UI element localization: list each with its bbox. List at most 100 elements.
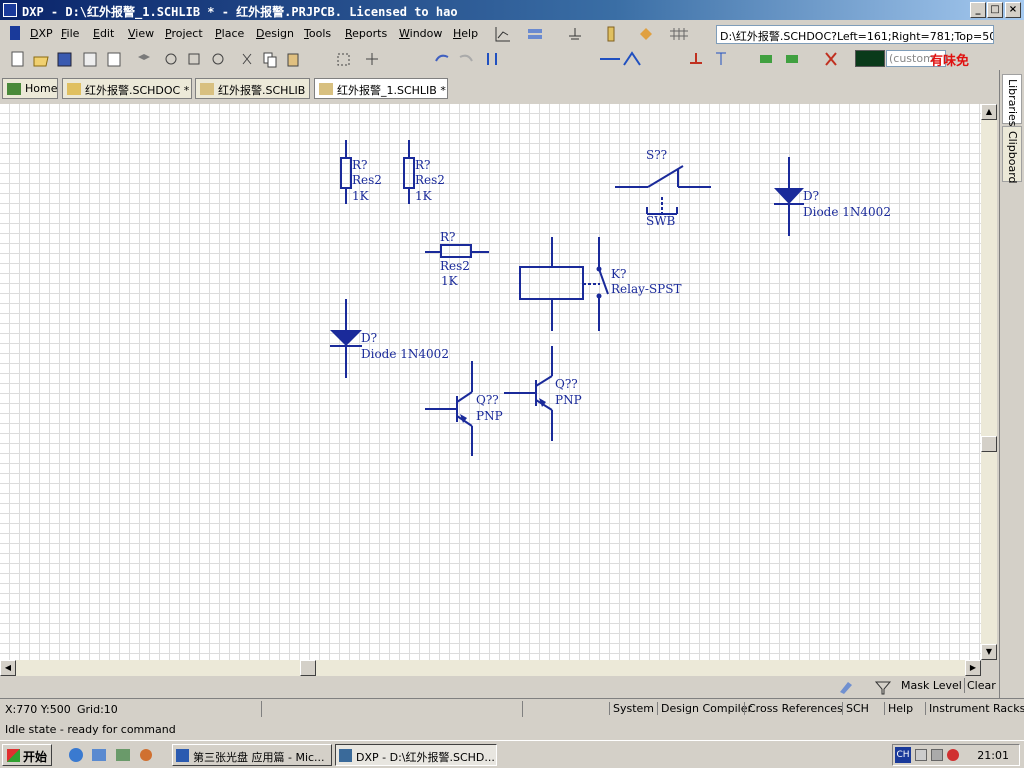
move-icon: [366, 53, 378, 65]
maximize-button[interactable]: □: [987, 2, 1003, 18]
task-label: 第三张光盘 应用篇 - Mic...: [193, 751, 325, 764]
menu-view[interactable]: View: [128, 27, 154, 40]
zoom-area-icon: [188, 53, 200, 65]
print-preview-icon: [107, 52, 121, 67]
menu-place[interactable]: Place: [215, 27, 244, 40]
status-bar: X:770 Y:500 Grid:10 System Design Compil…: [0, 698, 1024, 720]
redo-icon: [459, 54, 473, 62]
q2-comment: PNP: [555, 393, 582, 407]
keyboard-icon[interactable]: [915, 749, 927, 761]
network-icon[interactable]: [931, 749, 943, 761]
task-dxp[interactable]: DXP - D:\红外报警.SCHD...: [335, 744, 497, 766]
scroll-up-icon[interactable]: ▲: [981, 104, 997, 120]
tab-label: 红外报警.SCHDOC *: [85, 84, 190, 97]
media-icon[interactable]: [140, 749, 152, 761]
taskbar: 开始 第三张光盘 应用篇 - Mic... DXP - D:\红外报警.SCHD…: [0, 740, 1024, 768]
window-title: DXP - D:\红外报警_1.SCHLIB * - 红外报警.PRJPCB. …: [22, 5, 458, 19]
clear-button[interactable]: Clear: [964, 678, 998, 693]
menu-design[interactable]: Design: [256, 27, 294, 40]
mask-bar: Mask Level Clear: [0, 677, 1000, 697]
schlib-icon: [319, 83, 333, 95]
graph-icon[interactable]: [495, 27, 510, 42]
windows-logo-icon: [7, 749, 20, 762]
r3-designator: R?: [440, 230, 455, 244]
tab-schlib-1[interactable]: 红外报警_1.SCHLIB *: [314, 78, 448, 99]
diode-d1-body: [774, 188, 804, 204]
tab-label: 红外报警_1.SCHLIB *: [337, 84, 446, 97]
panel-sch[interactable]: SCH: [842, 702, 872, 715]
start-label: 开始: [23, 750, 48, 764]
vertical-scrollbar[interactable]: ▲ ▼: [981, 104, 997, 660]
vertical-scroll-thumb[interactable]: [981, 436, 997, 452]
horizontal-scrollbar[interactable]: ◀ ▶: [0, 660, 981, 676]
clock: 21:01: [977, 749, 1009, 762]
close-button[interactable]: ×: [1005, 2, 1021, 18]
align-icon[interactable]: [528, 29, 542, 39]
path-combo[interactable]: D:\红外报警.SCHDOC?Left=161;Right=781;Top=50…: [716, 25, 994, 44]
word-icon: [176, 749, 189, 762]
document-tabs: Home 红外报警.SCHDOC * 红外报警.SCHLIB 红外报警_1.SC…: [0, 76, 1000, 100]
tab-libraries[interactable]: Libraries: [1002, 74, 1022, 127]
scroll-down-icon[interactable]: ▼: [981, 644, 997, 660]
menu-reports[interactable]: Reports: [345, 27, 387, 40]
relay-contact-bottom: [596, 293, 602, 299]
zoom-icon: [165, 53, 177, 65]
menu-tools[interactable]: Tools: [304, 27, 331, 40]
resistor-r1: [340, 140, 352, 204]
schlib-icon: [200, 83, 214, 95]
open-icon: [33, 56, 49, 67]
relay-k1: [519, 237, 609, 331]
grid-icon[interactable]: [670, 28, 688, 40]
menu-window[interactable]: Window: [399, 27, 442, 40]
panel-system[interactable]: System: [609, 702, 657, 715]
idle-bar: Idle state - ready for command: [0, 720, 1024, 740]
save-icon: [57, 52, 72, 67]
netlabel-icon: [690, 53, 702, 64]
task-label: DXP - D:\红外报警.SCHD...: [356, 751, 495, 764]
panel-help[interactable]: Help: [884, 702, 916, 715]
filter-icon[interactable]: [874, 681, 892, 695]
r2-value: 1K: [415, 189, 433, 203]
grid-size: Grid:10: [77, 703, 118, 716]
select-icon: [337, 53, 350, 66]
scroll-right-icon[interactable]: ▶: [965, 660, 981, 676]
highlight-pen-icon[interactable]: [840, 682, 852, 694]
sort-icon: [487, 53, 497, 65]
quicklaunch: [69, 748, 152, 762]
security-icon[interactable]: [947, 749, 959, 761]
wiring-toolbar: [495, 26, 688, 42]
panel-cross-references[interactable]: Cross References: [744, 702, 846, 715]
horizontal-scroll-thumb[interactable]: [300, 660, 316, 676]
d1-comment: Diode 1N4002: [803, 205, 891, 219]
menu-edit[interactable]: Edit: [93, 27, 114, 40]
outlook-icon[interactable]: [92, 749, 106, 761]
tab-clipboard[interactable]: Clipboard: [1002, 126, 1022, 184]
sheet-entry-icon: [786, 55, 798, 63]
resistor-r2: [403, 140, 415, 204]
panel-instrument-racks[interactable]: Instrument Racks: [925, 702, 1024, 715]
panel-design-compiler[interactable]: Design Compiler: [657, 702, 755, 715]
tab-home[interactable]: Home: [2, 78, 58, 99]
menu-dxp[interactable]: DXP: [30, 27, 53, 40]
scroll-left-icon[interactable]: ◀: [0, 660, 16, 676]
color-swatch[interactable]: [855, 50, 885, 67]
power-port-icon[interactable]: [569, 28, 581, 40]
ie-icon[interactable]: [69, 748, 83, 762]
directive-icon[interactable]: [640, 28, 652, 40]
tab-schdoc[interactable]: 红外报警.SCHDOC *: [62, 78, 192, 99]
minimize-button[interactable]: _: [970, 2, 986, 18]
menu-project[interactable]: Project: [165, 27, 203, 40]
menu-help[interactable]: Help: [453, 27, 478, 40]
d1-designator: D?: [803, 189, 819, 203]
desktop-icon[interactable]: [116, 749, 130, 761]
r2-comment: Res2: [415, 173, 445, 187]
bus-icon: [623, 51, 641, 66]
tab-schlib[interactable]: 红外报警.SCHLIB: [195, 78, 310, 99]
task-word[interactable]: 第三张光盘 应用篇 - Mic...: [172, 744, 332, 766]
mask-level-button[interactable]: Mask Level: [901, 679, 962, 692]
menu-file[interactable]: File: [61, 27, 79, 40]
start-button[interactable]: 开始: [2, 744, 52, 766]
part-icon[interactable]: [607, 26, 615, 42]
input-language[interactable]: CH: [895, 747, 911, 763]
schematic-canvas[interactable]: R? Res2 1K R? Res2 1K R? Res2 1K S?? SWB…: [0, 104, 981, 660]
